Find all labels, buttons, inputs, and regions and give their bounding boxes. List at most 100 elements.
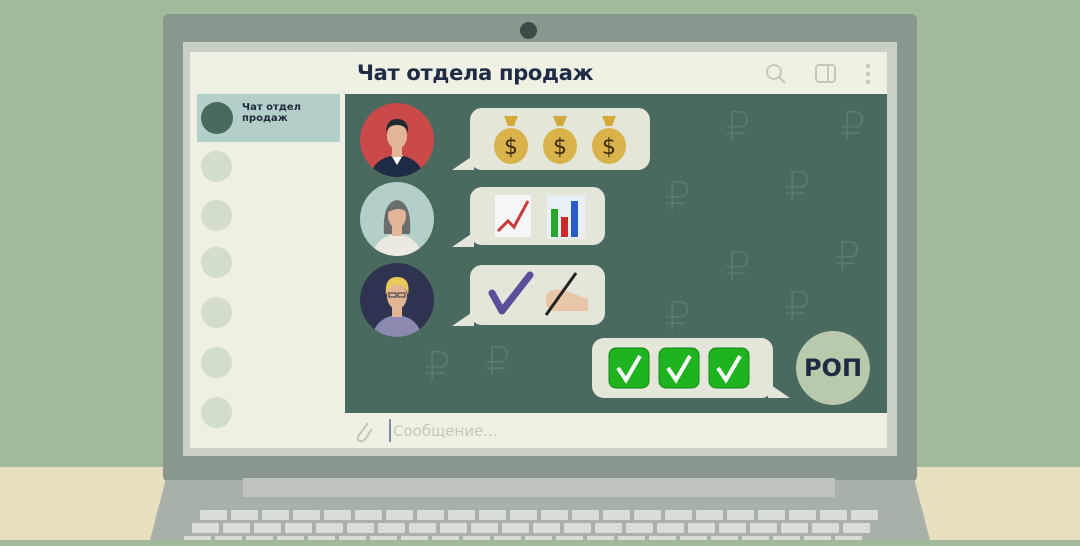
avatar-manager-blonde[interactable]: [360, 263, 434, 337]
keyboard-key: [727, 510, 754, 520]
bubble-tail: [452, 155, 474, 170]
message-bubble-own[interactable]: [592, 338, 773, 398]
keyboard-key: [525, 536, 552, 540]
keyboard-key: [696, 510, 723, 520]
message-input-bar: Сообщение...: [345, 413, 887, 448]
keyboard-key: [277, 536, 304, 540]
bubble-tail: [768, 383, 790, 398]
check-boxes: [608, 347, 750, 389]
keyboard-key: [773, 536, 800, 540]
chat-list-item-selected[interactable]: Чат отдел продаж: [197, 94, 340, 142]
keyboard-key: [223, 523, 250, 533]
money-bags: $ $ $: [494, 116, 626, 164]
keyboard-key: [386, 510, 413, 520]
ruble-pattern-icon: ₽: [665, 294, 691, 340]
chat-list-item[interactable]: [201, 297, 232, 328]
message-input[interactable]: Сообщение...: [393, 422, 498, 440]
chat-name: Чат отдел продаж: [242, 102, 301, 124]
ruble-pattern-icon: ₽: [835, 234, 861, 280]
chat-header: Чат отдела продаж: [345, 52, 887, 94]
keyboard-key: [417, 510, 444, 520]
keyboard-key: [324, 510, 351, 520]
keyboard-key: [657, 523, 684, 533]
keyboard-key: [572, 510, 599, 520]
chat-list-item[interactable]: [201, 247, 232, 278]
keyboard-key: [595, 523, 622, 533]
keyboard-key: [432, 536, 459, 540]
keyboard-key: [316, 523, 343, 533]
keyboard-key: [440, 523, 467, 533]
keyboard-key: [262, 510, 289, 520]
keyboard-key: [246, 536, 273, 540]
money-bag-icon: $: [494, 116, 528, 164]
keyboard-key: [401, 536, 428, 540]
person-icon: [370, 119, 424, 177]
chat-list-item[interactable]: [201, 397, 232, 428]
keyboard-key: [618, 536, 645, 540]
keyboard-key: [494, 536, 521, 540]
svg-text:$: $: [553, 135, 567, 160]
keyboard-key: [285, 523, 312, 533]
keyboard-key: [510, 510, 537, 520]
chat-list-item[interactable]: [201, 200, 232, 231]
keyboard-key: [502, 523, 529, 533]
keyboard-key: [781, 523, 808, 533]
search-icon[interactable]: [765, 63, 787, 85]
keyboard-key: [750, 523, 777, 533]
message-bubble[interactable]: $ $ $: [470, 108, 650, 170]
keyboard-key: [378, 523, 405, 533]
ruble-pattern-icon: ₽: [725, 244, 751, 290]
message-bubble[interactable]: [470, 187, 605, 245]
money-bag-icon: $: [592, 116, 626, 164]
check-box-icon: [658, 347, 700, 389]
keyboard-key: [742, 536, 769, 540]
paperclip-icon[interactable]: [353, 419, 375, 443]
writing-hand-icon: [544, 272, 588, 316]
approval: [488, 271, 588, 316]
keyboard-key: [804, 536, 831, 540]
keyboard-key: [370, 536, 397, 540]
keyboard-key: [564, 523, 591, 533]
keyboard-key: [719, 523, 746, 533]
person-icon: [372, 200, 422, 256]
message-bubble[interactable]: [470, 265, 605, 325]
keyboard-key: [254, 523, 281, 533]
ruble-pattern-icon: ₽: [725, 104, 751, 150]
avatar-manager-female[interactable]: [360, 182, 434, 256]
keyboard-key: [711, 536, 738, 540]
chat-list-item[interactable]: [201, 347, 232, 378]
keyboard-key: [789, 510, 816, 520]
keyboard-key: [758, 510, 785, 520]
keyboard-key: [835, 536, 862, 540]
bar-chart-icon: [547, 195, 585, 239]
svg-text:$: $: [504, 135, 518, 160]
keyboard-key: [409, 523, 436, 533]
keyboard-key: [541, 510, 568, 520]
more-vertical-icon[interactable]: [864, 63, 872, 85]
keyboard-key: [587, 536, 614, 540]
keyboard-key: [533, 523, 560, 533]
ruble-pattern-icon: ₽: [785, 284, 811, 330]
keyboard-key: [200, 510, 227, 520]
keyboard-key: [192, 523, 219, 533]
laptop-hinge: [243, 478, 835, 497]
money-bag-icon: $: [543, 116, 577, 164]
keyboard-key: [293, 510, 320, 520]
chat-list-item[interactable]: [201, 151, 232, 182]
keyboard-key: [634, 510, 661, 520]
sidebar-toggle-icon[interactable]: [815, 64, 837, 84]
bubble-tail: [452, 311, 474, 326]
text-cursor: [389, 419, 391, 442]
keyboard-key: [680, 536, 707, 540]
ruble-pattern-icon: ₽: [665, 174, 691, 220]
keyboard-key: [471, 523, 498, 533]
ruble-pattern-icon: ₽: [840, 104, 866, 150]
keyboard-key: [665, 510, 692, 520]
keyboard-key: [649, 536, 676, 540]
avatar-self[interactable]: РОП: [796, 331, 870, 405]
ruble-pattern-icon: ₽: [485, 339, 511, 385]
avatar-manager-male[interactable]: [360, 103, 434, 177]
keyboard-key: [308, 536, 335, 540]
webcam: [520, 22, 537, 39]
keyboard-key: [355, 510, 382, 520]
